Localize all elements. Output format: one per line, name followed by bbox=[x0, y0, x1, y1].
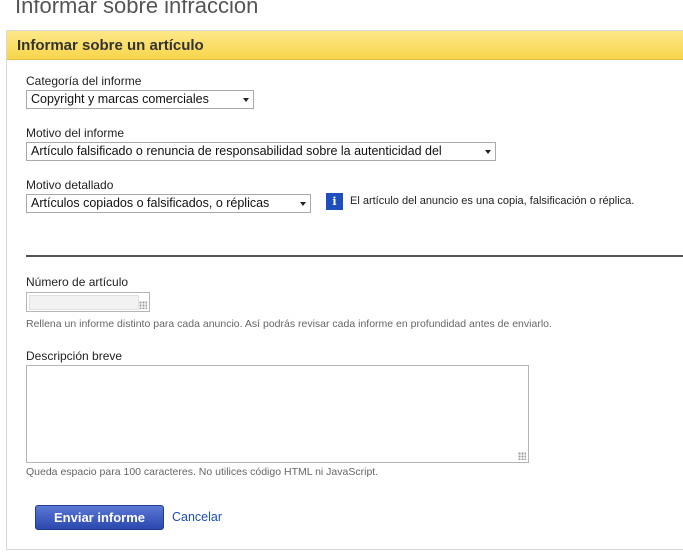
chevron-down-icon bbox=[300, 202, 306, 206]
category-label: Categoría del informe bbox=[26, 74, 142, 88]
panel-title: Informar sobre un artículo bbox=[17, 37, 204, 54]
chevron-down-icon bbox=[485, 150, 491, 154]
chevron-down-icon bbox=[243, 98, 249, 102]
item-number-help: Rellena un informe distinto para cada an… bbox=[26, 318, 552, 330]
resize-grip-icon[interactable] bbox=[139, 301, 147, 309]
submit-report-button[interactable]: Enviar informe bbox=[35, 505, 164, 530]
detail-label: Motivo detallado bbox=[26, 178, 114, 192]
detail-select[interactable]: Artículos copiados o falsificados, o rép… bbox=[26, 194, 311, 213]
reason-select-value: Artículo falsificado o renuncia de respo… bbox=[31, 144, 442, 158]
item-number-field bbox=[29, 295, 139, 310]
reason-label: Motivo del informe bbox=[26, 126, 125, 140]
item-number-label: Número de artículo bbox=[26, 275, 129, 289]
item-number-input[interactable] bbox=[26, 292, 150, 312]
info-text: El artículo del anuncio es una copia, fa… bbox=[350, 195, 635, 207]
category-select[interactable]: Copyright y marcas comerciales bbox=[26, 90, 254, 109]
reason-select[interactable]: Artículo falsificado o renuncia de respo… bbox=[26, 142, 496, 161]
panel-header: Informar sobre un artículo bbox=[7, 31, 683, 60]
resize-grip-icon[interactable] bbox=[518, 452, 526, 460]
category-select-value: Copyright y marcas comerciales bbox=[31, 92, 209, 106]
description-label: Descripción breve bbox=[26, 349, 123, 363]
cancel-link[interactable]: Cancelar bbox=[172, 510, 222, 524]
detail-select-value: Artículos copiados o falsificados, o rép… bbox=[31, 196, 270, 210]
description-textarea[interactable] bbox=[26, 365, 529, 463]
info-icon: i bbox=[326, 193, 343, 210]
description-help: Queda espacio para 100 caracteres. No ut… bbox=[26, 466, 379, 478]
section-divider bbox=[26, 255, 683, 257]
page-title: Informar sobre infracción bbox=[15, 0, 259, 18]
